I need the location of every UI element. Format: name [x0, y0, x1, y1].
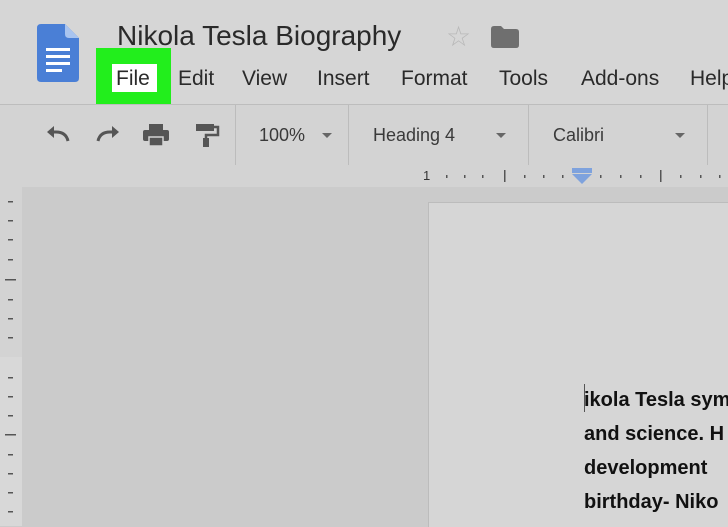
- body-text-line[interactable]: development: [584, 456, 707, 480]
- toolbar-divider: [528, 105, 529, 165]
- redo-icon[interactable]: [92, 123, 122, 147]
- star-icon[interactable]: ☆: [446, 22, 471, 52]
- zoom-dropdown-icon[interactable]: [322, 133, 332, 138]
- zoom-select[interactable]: 100%: [259, 123, 305, 147]
- indent-marker-icon[interactable]: [571, 168, 593, 186]
- toolbar: 100% Heading 4 Calibri: [0, 104, 728, 166]
- toolbar-divider: [348, 105, 349, 165]
- style-select[interactable]: Heading 4: [373, 123, 455, 147]
- paint-format-icon[interactable]: [192, 123, 222, 147]
- menu-tools[interactable]: Tools: [499, 64, 548, 94]
- font-dropdown-icon[interactable]: [675, 133, 685, 138]
- menu-addons[interactable]: Add-ons: [581, 64, 659, 94]
- menu-help[interactable]: Help: [690, 64, 728, 94]
- toolbar-divider: [707, 105, 708, 165]
- body-text-line[interactable]: and science. H: [584, 422, 724, 446]
- folder-icon[interactable]: [491, 26, 519, 48]
- style-dropdown-icon[interactable]: [496, 133, 506, 138]
- vertical-ruler-ticks: [0, 187, 22, 513]
- google-docs-icon[interactable]: [37, 24, 79, 82]
- ruler-label: 1: [423, 168, 431, 183]
- toolbar-divider: [235, 105, 236, 165]
- horizontal-ruler[interactable]: 1: [0, 165, 728, 187]
- body-text-line[interactable]: birthday- Niko: [584, 490, 718, 514]
- body-text-line[interactable]: ikola Tesla sym: [584, 388, 728, 412]
- menu-view[interactable]: View: [242, 64, 287, 94]
- font-select[interactable]: Calibri: [553, 123, 604, 147]
- menu-file[interactable]: File: [116, 64, 150, 94]
- vertical-ruler[interactable]: [0, 187, 22, 526]
- menu-format[interactable]: Format: [401, 64, 468, 94]
- menu-edit[interactable]: Edit: [178, 64, 214, 94]
- undo-icon[interactable]: [44, 123, 74, 147]
- print-icon[interactable]: [141, 123, 171, 147]
- menu-insert[interactable]: Insert: [317, 64, 370, 94]
